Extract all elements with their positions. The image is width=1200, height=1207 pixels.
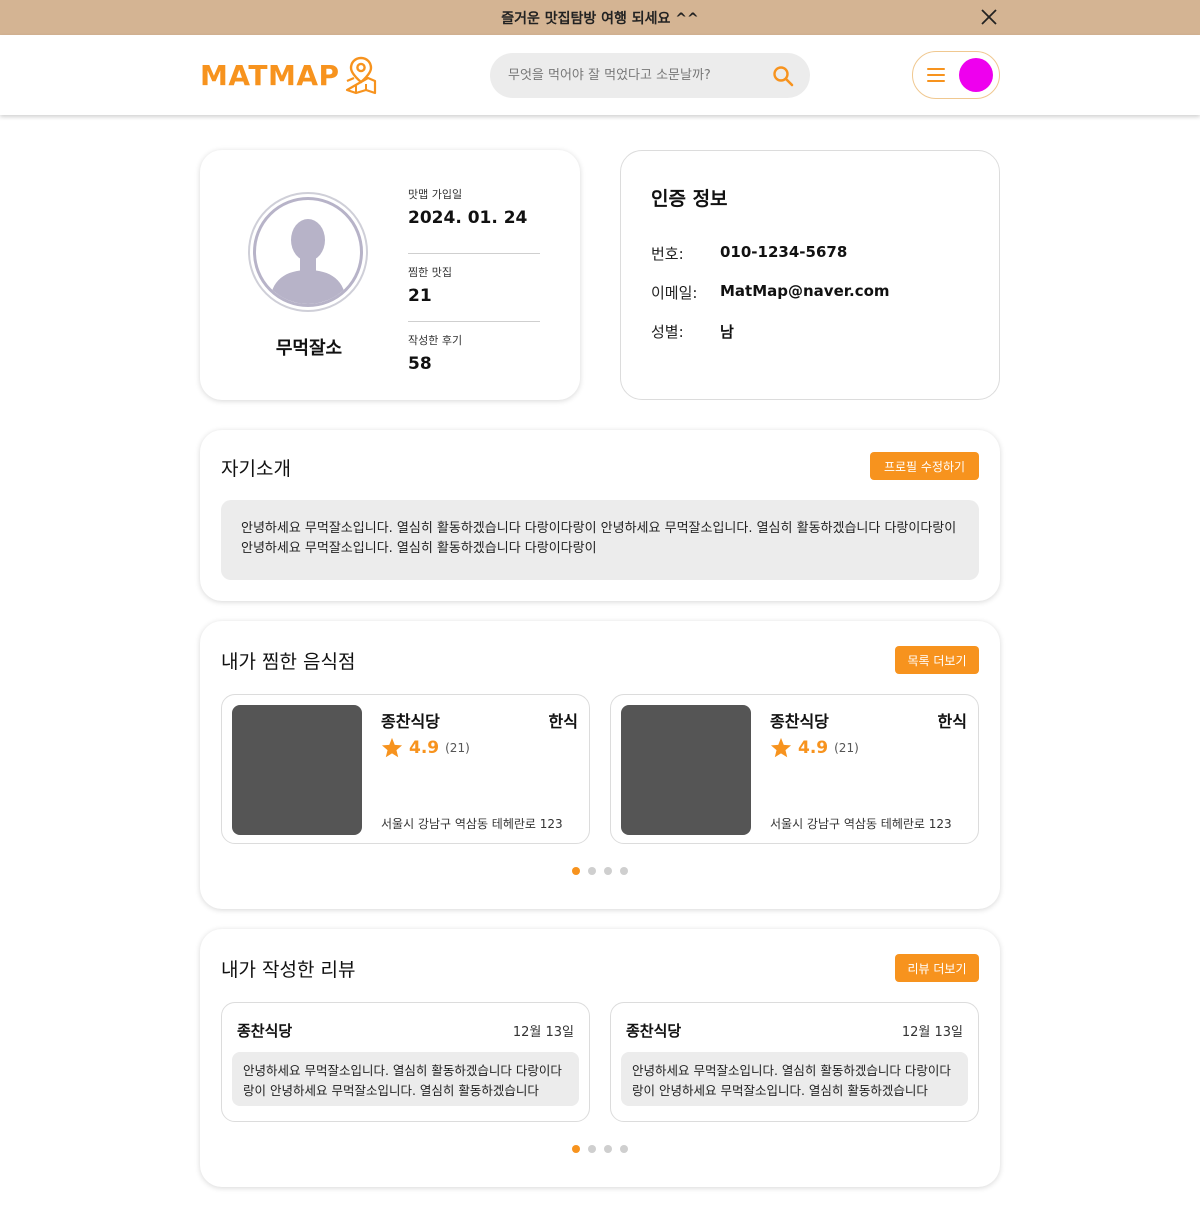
- close-icon[interactable]: [980, 8, 998, 26]
- auth-key: 이메일:: [651, 284, 698, 302]
- auth-row-phone: 번호: 010-1234-5678: [651, 243, 847, 264]
- auth-title: 인증 정보: [651, 188, 728, 210]
- avatar: [959, 58, 993, 92]
- stat-join-date: 맛맵 가입일 2024. 01. 24: [408, 186, 540, 254]
- star-icon: [381, 737, 403, 758]
- favorites-card: 내가 찜한 음식점 목록 더보기 종찬식당 한식 4.9 (21) 서울시 강남…: [200, 621, 1000, 909]
- nickname: 무먹잘소: [275, 338, 343, 359]
- star-icon: [770, 737, 792, 758]
- favorites-pagination: [200, 867, 1000, 875]
- reviews-title: 내가 작성한 리뷰: [221, 959, 356, 981]
- menu-icon: [927, 68, 945, 82]
- pagination-dot[interactable]: [572, 867, 580, 875]
- pagination-dot[interactable]: [620, 1145, 628, 1153]
- search-input[interactable]: [508, 68, 772, 83]
- restaurant-category: 한식: [548, 712, 578, 731]
- search-bar: [490, 53, 810, 98]
- auth-row-email: 이메일: MatMap@naver.com: [651, 282, 890, 303]
- auth-value: MatMap@naver.com: [720, 282, 890, 300]
- review-card[interactable]: 종찬식당 12월 13일 안녕하세요 무먹잘소입니다. 열심히 활동하겠습니다 …: [221, 1002, 590, 1122]
- pagination-dot[interactable]: [604, 867, 612, 875]
- stat-label: 찜한 맛집: [408, 266, 452, 279]
- header: MATMAP: [0, 35, 1200, 115]
- review-restaurant-name: 종찬식당: [626, 1022, 682, 1040]
- stat-label: 맛맵 가입일: [408, 188, 463, 201]
- rating-score: 4.9: [409, 737, 440, 758]
- intro-card: 자기소개 프로필 수정하기 안녕하세요 무먹잘소입니다. 열심히 활동하겠습니다…: [200, 430, 1000, 601]
- restaurant-address: 서울시 강남구 역삼동 테헤란로 123: [381, 817, 563, 831]
- stat-reviews: 작성한 후기 58: [408, 322, 540, 390]
- restaurant-image: [232, 705, 362, 835]
- auth-key: 번호:: [651, 245, 684, 263]
- stat-favorites: 찜한 맛집 21: [408, 254, 540, 322]
- profile-stats: 맛맵 가입일 2024. 01. 24 찜한 맛집 21 작성한 후기 58: [408, 186, 540, 390]
- favorites-title: 내가 찜한 음식점: [221, 651, 356, 673]
- pagination-dot[interactable]: [588, 1145, 596, 1153]
- intro-title: 자기소개: [221, 458, 291, 480]
- logo[interactable]: MATMAP: [200, 55, 378, 95]
- stat-value: 21: [408, 286, 432, 306]
- review-date: 12월 13일: [901, 1025, 963, 1040]
- rating-count: (21): [445, 740, 470, 755]
- stat-value: 2024. 01. 24: [408, 208, 528, 228]
- edit-profile-button[interactable]: 프로필 수정하기: [870, 452, 979, 480]
- more-reviews-button[interactable]: 리뷰 더보기: [895, 954, 979, 982]
- review-text-box: 안녕하세요 무먹잘소입니다. 열심히 활동하겠습니다 다랑이다랑이 안녕하세요 …: [621, 1052, 968, 1106]
- auth-row-gender: 성별: 남: [651, 321, 734, 342]
- user-menu-button[interactable]: [912, 51, 1000, 99]
- reviews-card: 내가 작성한 리뷰 리뷰 더보기 종찬식당 12월 13일 안녕하세요 무먹잘소…: [200, 929, 1000, 1187]
- restaurant-name: 종찬식당: [770, 712, 829, 731]
- review-card[interactable]: 종찬식당 12월 13일 안녕하세요 무먹잘소입니다. 열심히 활동하겠습니다 …: [610, 1002, 979, 1122]
- map-pin-icon: [345, 56, 376, 95]
- intro-text: 안녕하세요 무먹잘소입니다. 열심히 활동하겠습니다 다랑이다랑이 안녕하세요 …: [221, 500, 979, 580]
- restaurant-rating: 4.9 (21): [381, 737, 470, 758]
- banner-text: 즐거운 맛집탐방 여행 되세요 ^^: [501, 10, 699, 27]
- logo-text: MATMAP: [200, 58, 340, 92]
- pagination-dot[interactable]: [620, 867, 628, 875]
- pagination-dot[interactable]: [572, 1145, 580, 1153]
- profile-card: 무먹잘소 맛맵 가입일 2024. 01. 24 찜한 맛집 21 작성한 후기…: [200, 150, 580, 400]
- restaurant-name: 종찬식당: [381, 712, 440, 731]
- rating-score: 4.9: [798, 737, 829, 758]
- review-text: 안녕하세요 무먹잘소입니다. 열심히 활동하겠습니다 다랑이다랑이 안녕하세요 …: [243, 1063, 562, 1098]
- restaurant-address: 서울시 강남구 역삼동 테헤란로 123: [770, 817, 952, 831]
- user-silhouette-icon: [270, 219, 346, 304]
- profile-photo: [248, 192, 368, 312]
- restaurant-card[interactable]: 종찬식당 한식 4.9 (21) 서울시 강남구 역삼동 테헤란로 123: [610, 694, 979, 844]
- stat-label: 작성한 후기: [408, 334, 463, 347]
- more-favorites-button[interactable]: 목록 더보기: [895, 646, 979, 674]
- restaurant-rating: 4.9 (21): [770, 737, 859, 758]
- review-text: 안녕하세요 무먹잘소입니다. 열심히 활동하겠습니다 다랑이다랑이 안녕하세요 …: [632, 1063, 951, 1098]
- restaurant-image: [621, 705, 751, 835]
- restaurant-card[interactable]: 종찬식당 한식 4.9 (21) 서울시 강남구 역삼동 테헤란로 123: [221, 694, 590, 844]
- pagination-dot[interactable]: [588, 867, 596, 875]
- pagination-dot[interactable]: [604, 1145, 612, 1153]
- review-text-box: 안녕하세요 무먹잘소입니다. 열심히 활동하겠습니다 다랑이다랑이 안녕하세요 …: [232, 1052, 579, 1106]
- auth-value: 남: [720, 323, 734, 341]
- auth-value: 010-1234-5678: [720, 243, 848, 261]
- auth-info-card: 인증 정보 번호: 010-1234-5678 이메일: MatMap@nave…: [620, 150, 1000, 400]
- search-icon[interactable]: [772, 65, 794, 87]
- top-banner: 즐거운 맛집탐방 여행 되세요 ^^: [0, 0, 1200, 35]
- review-date: 12월 13일: [512, 1025, 574, 1040]
- stat-value: 58: [408, 354, 432, 374]
- rating-count: (21): [834, 740, 859, 755]
- auth-key: 성별:: [651, 323, 684, 341]
- restaurant-category: 한식: [937, 712, 967, 731]
- review-restaurant-name: 종찬식당: [237, 1022, 293, 1040]
- reviews-pagination: [200, 1145, 1000, 1153]
